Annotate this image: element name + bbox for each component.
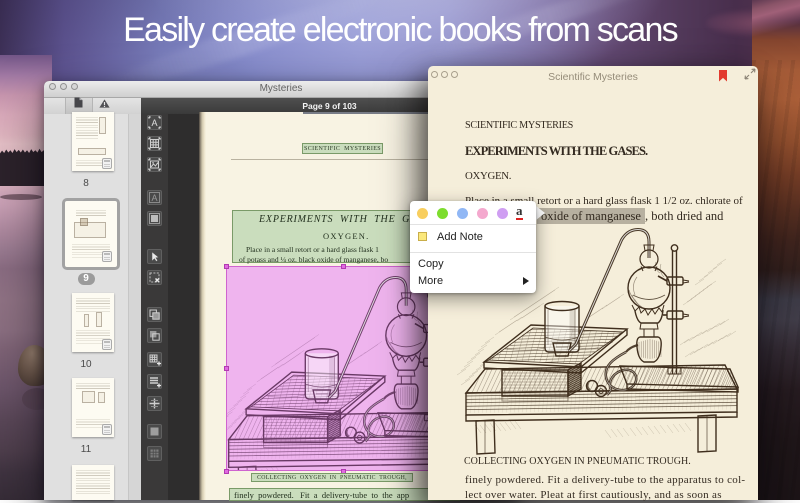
svg-text:A: A xyxy=(151,118,157,128)
svg-text:A: A xyxy=(151,193,157,203)
